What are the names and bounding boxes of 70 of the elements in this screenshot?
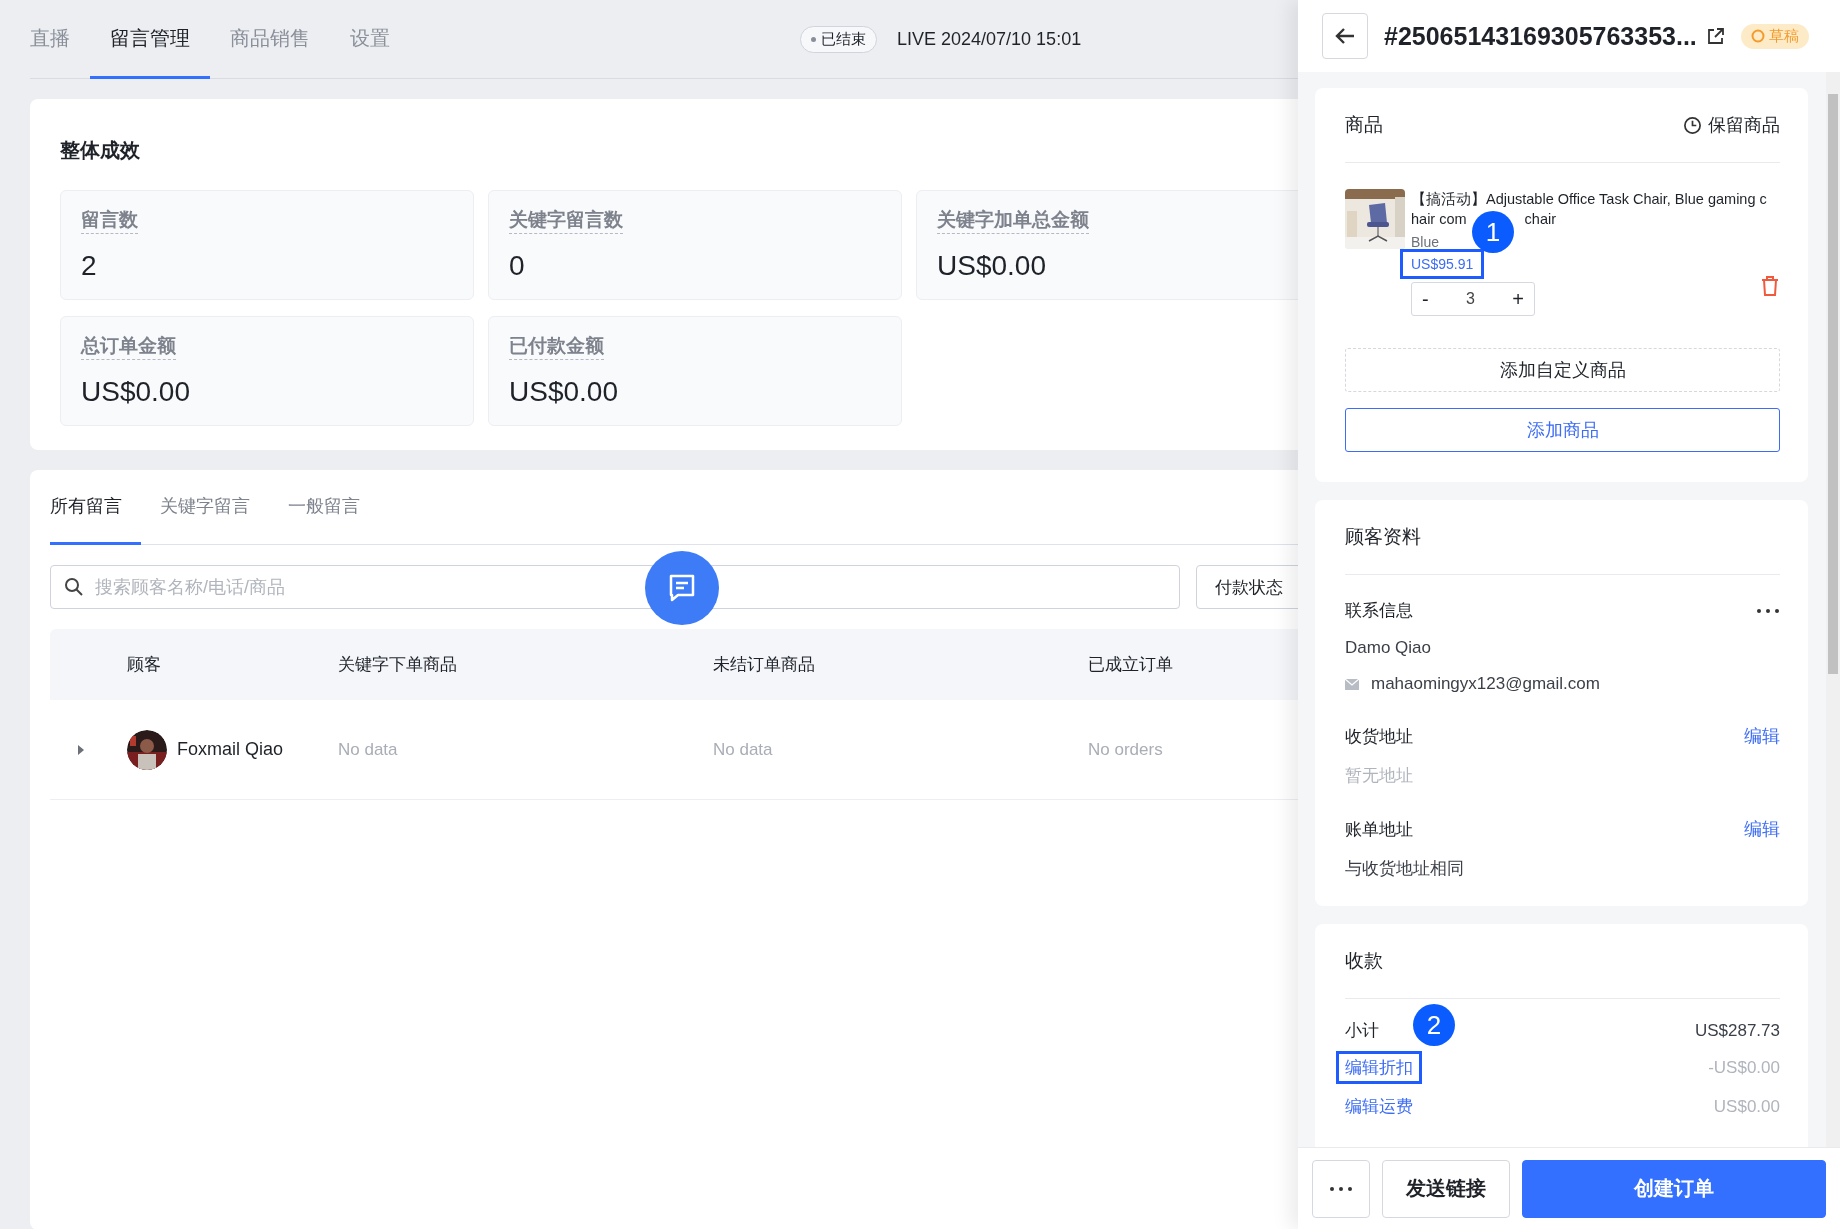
quantity-stepper[interactable]: - 3 + — [1411, 282, 1535, 316]
field-label: 收货地址 — [1345, 725, 1413, 748]
stat-label: 关键字留言数 — [509, 207, 623, 234]
add-product-button[interactable]: 添加商品 — [1345, 408, 1780, 452]
section-title: 整体成效 — [60, 138, 141, 163]
stat-label: 留言数 — [81, 207, 138, 234]
create-order-button[interactable]: 创建订单 — [1522, 1159, 1826, 1218]
customer-email: mahaomingyx123@gmail.com — [1371, 674, 1600, 694]
edit-link[interactable]: 编辑运费 — [1339, 1093, 1419, 1120]
stat-value: US$0.00 — [81, 376, 190, 408]
draft-badge: 草稿 — [1740, 23, 1809, 49]
amount: -US$0.00 — [1708, 1057, 1780, 1078]
card-title: 收款 — [1345, 949, 1383, 973]
live-time: LIVE 2024/07/10 15:01 — [897, 28, 1082, 50]
more-icon[interactable] — [1756, 607, 1780, 614]
nav-tab[interactable]: 设置 — [330, 0, 410, 79]
table-cell: No data — [713, 739, 773, 760]
stat-value: US$0.00 — [937, 250, 1046, 282]
search-field[interactable]: 搜索顾客名称/电话/商品 — [50, 565, 1180, 609]
column-header: 顾客 — [127, 654, 161, 676]
address-value: 暂无地址 — [1345, 765, 1414, 787]
table-cell: No orders — [1088, 739, 1163, 760]
edit-link[interactable]: 编辑 — [1744, 817, 1780, 841]
line-label: 小计 — [1345, 1020, 1379, 1042]
comment-tab[interactable]: 所有留言 — [50, 470, 141, 545]
quantity-value: 3 — [1466, 289, 1475, 309]
product-price: US$95.91 — [1403, 252, 1482, 276]
scrollbar[interactable] — [1826, 72, 1840, 1147]
nav-tab[interactable]: 留言管理 — [90, 0, 210, 79]
search-icon — [64, 577, 84, 597]
customer-name: Foxmail Qiao — [177, 739, 284, 760]
add-custom-product-button[interactable]: 添加自定义商品 — [1345, 348, 1780, 392]
stat-value: 2 — [81, 250, 97, 282]
column-header: 已成立订单 — [1088, 654, 1173, 676]
stat-label: 已付款金额 — [509, 333, 604, 360]
order-title: #25065143169305763353... — [1384, 21, 1697, 51]
annotation-marker: 2 — [1413, 1004, 1455, 1046]
stat-label: 关键字加单总金额 — [937, 207, 1089, 234]
mail-icon — [1345, 678, 1359, 690]
column-header: 关键字下单商品 — [338, 654, 457, 676]
send-link-button[interactable]: 发送链接 — [1382, 1159, 1510, 1218]
nav-tab[interactable]: 直播 — [30, 0, 90, 79]
amount: US$0.00 — [1713, 1096, 1780, 1117]
table-cell: No data — [338, 739, 398, 760]
plus-button[interactable]: + — [1502, 287, 1534, 311]
nav-tab[interactable]: 商品销售 — [210, 0, 330, 79]
minus-button[interactable]: - — [1412, 287, 1439, 311]
stat-label: 总订单金额 — [81, 333, 176, 360]
customer-name: Damo Qiao — [1345, 638, 1432, 658]
card-title: 商品 — [1345, 113, 1383, 137]
edit-link[interactable]: 编辑折扣 — [1339, 1054, 1419, 1081]
comment-tab[interactable]: 关键字留言 — [141, 470, 269, 545]
address-value: 与收货地址相同 — [1345, 858, 1465, 880]
stat-value: 0 — [509, 250, 525, 282]
external-link-icon[interactable] — [1706, 27, 1725, 45]
status-badge: 已结束 — [800, 25, 877, 53]
reserve-button[interactable]: 保留商品 — [1683, 113, 1780, 137]
clock-icon — [1683, 115, 1702, 135]
back-button[interactable] — [1322, 13, 1368, 59]
field-label: 联系信息 — [1345, 600, 1413, 622]
stat-value: US$0.00 — [509, 376, 618, 408]
avatar — [127, 729, 167, 770]
amount: US$287.73 — [1694, 1020, 1780, 1041]
column-header: 未结订单商品 — [713, 654, 815, 676]
more-icon — [1329, 1185, 1353, 1192]
comment-tab[interactable]: 一般留言 — [269, 470, 379, 545]
field-label: 账单地址 — [1345, 818, 1413, 841]
edit-link[interactable]: 编辑 — [1744, 724, 1780, 748]
trash-icon[interactable] — [1760, 275, 1780, 297]
card-title: 顾客资料 — [1345, 525, 1421, 549]
